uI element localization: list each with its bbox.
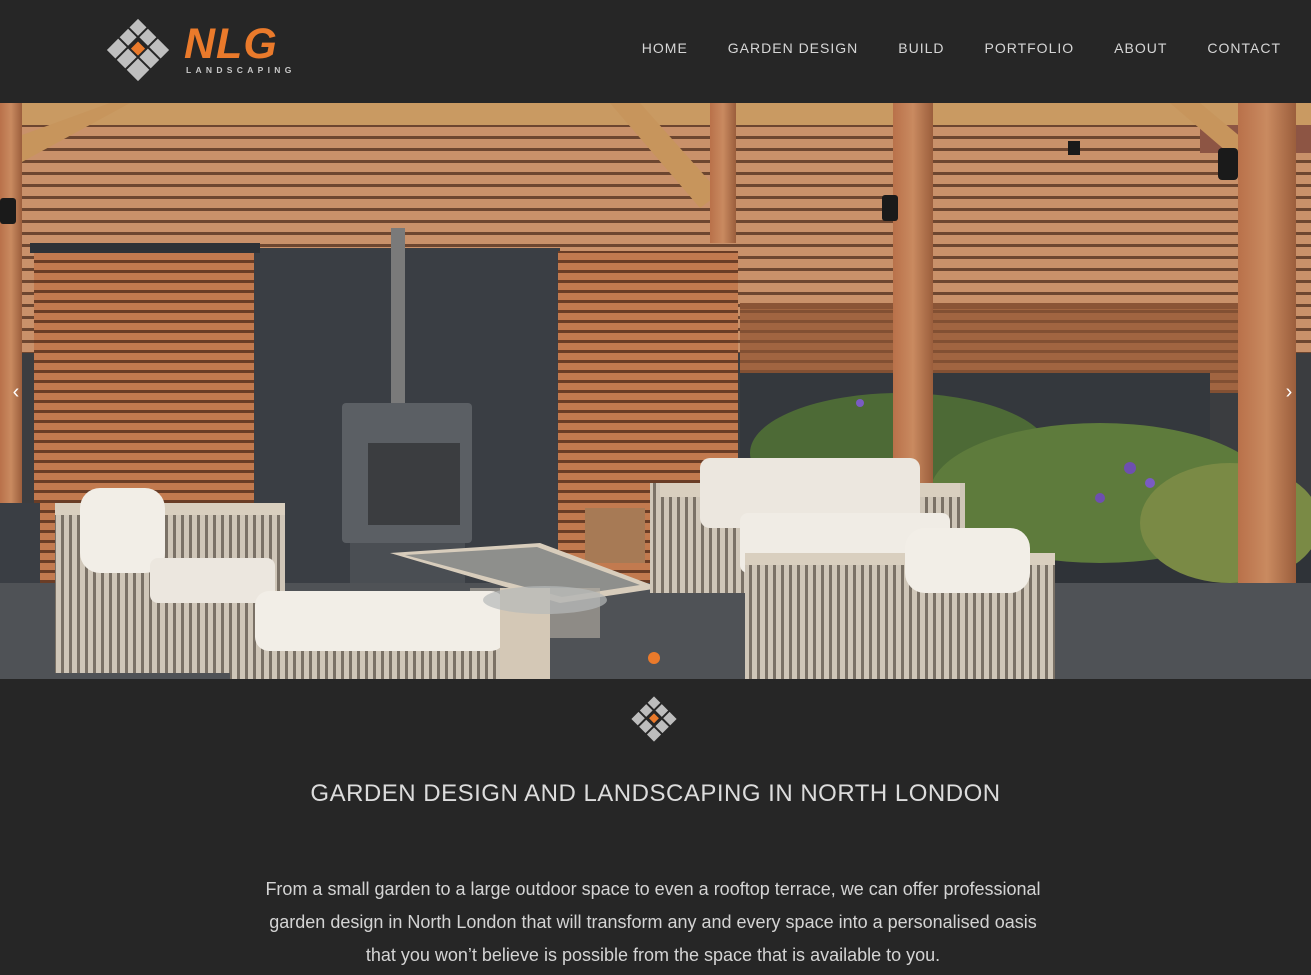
intro-paragraph: From a small garden to a large outdoor s…	[265, 879, 1041, 965]
brand-logo[interactable]: NLG LANDSCAPING	[96, 16, 318, 84]
diamond-tile-logo-icon	[106, 18, 170, 82]
chevron-left-icon: ‹	[12, 380, 20, 403]
brand-tagline: LANDSCAPING	[186, 65, 296, 75]
hero-slider: ‹ ›	[0, 103, 1311, 679]
nav-item-garden-design[interactable]: GARDEN DESIGN	[728, 40, 858, 56]
brand-name: NLG	[184, 20, 278, 68]
site-header: NLG LANDSCAPING HOME GARDEN DESIGN BUILD…	[0, 0, 1311, 103]
nav-item-portfolio[interactable]: PORTFOLIO	[984, 40, 1074, 56]
diamond-tile-emblem-icon	[631, 696, 677, 742]
nav-item-about[interactable]: ABOUT	[1114, 40, 1167, 56]
hero-image	[0, 103, 1311, 679]
chevron-right-icon: ›	[1285, 380, 1293, 403]
slider-pagination	[648, 652, 660, 664]
main-nav: HOME GARDEN DESIGN BUILD PORTFOLIO ABOUT…	[642, 40, 1281, 56]
slider-prev-button[interactable]: ‹	[4, 378, 28, 406]
slider-next-button[interactable]: ›	[1277, 378, 1301, 406]
slider-dot-active[interactable]	[648, 652, 660, 664]
nav-item-contact[interactable]: CONTACT	[1207, 40, 1281, 56]
page-heading: GARDEN DESIGN AND LANDSCAPING IN NORTH L…	[310, 780, 1001, 807]
nav-item-build[interactable]: BUILD	[898, 40, 944, 56]
nav-item-home[interactable]: HOME	[642, 40, 688, 56]
